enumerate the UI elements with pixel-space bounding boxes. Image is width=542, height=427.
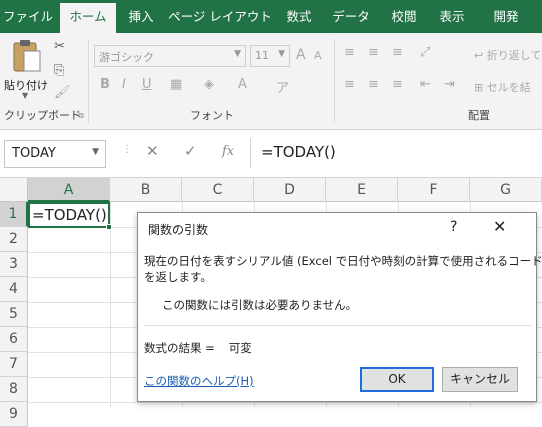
font-size-value: 11 — [255, 49, 269, 62]
borders-icon[interactable]: ▦ — [170, 77, 182, 92]
active-cell-a1[interactable]: =TODAY() — [28, 202, 112, 230]
tab-home[interactable]: ホーム — [60, 3, 116, 33]
grow-font-button[interactable]: A — [296, 47, 306, 63]
chevron-down-icon: ▼ — [92, 147, 99, 157]
paste-button[interactable]: 貼り付け ▼ — [4, 39, 48, 101]
ok-button[interactable]: OK — [360, 367, 434, 392]
fill-handle[interactable] — [106, 224, 112, 230]
more-icon: ⋮ — [122, 144, 132, 155]
tab-review[interactable]: 校閲 — [382, 0, 426, 33]
formula-bar: TODAY ▼ ⋮ ✕ ✓ fx =TODAY() — [0, 130, 542, 178]
row-header-9[interactable]: 9 — [0, 402, 28, 427]
row-header-2[interactable]: 2 — [0, 227, 28, 252]
dialog-divider — [144, 325, 532, 326]
insert-function-button[interactable]: fx — [222, 144, 234, 159]
tab-page-layout[interactable]: ページ レイアウト — [166, 0, 274, 33]
column-header-e[interactable]: E — [326, 178, 398, 202]
column-header-f[interactable]: F — [398, 178, 470, 202]
ribbon: 貼り付け ▼ ✂ ⎘ 🖌 クリップボード ⧉ 游ゴシック ▼ 11 ▼ A A … — [0, 33, 542, 130]
dialog-launcher-icon[interactable]: ⧉ — [78, 111, 84, 121]
chevron-down-icon: ▼ — [22, 91, 29, 100]
wrap-text-icon: ↩ — [474, 49, 484, 62]
tab-data[interactable]: データ — [324, 0, 378, 33]
tab-insert[interactable]: 挿入 — [118, 0, 164, 33]
row-header-8[interactable]: 8 — [0, 377, 28, 402]
wrap-text-button[interactable]: ↩ 折り返して — [474, 47, 541, 63]
function-help-link[interactable]: この関数のヘルプ(H) — [144, 373, 254, 389]
underline-button[interactable]: U — [142, 77, 152, 92]
row-header-7[interactable]: 7 — [0, 352, 28, 377]
tab-developer[interactable]: 開発 — [478, 0, 534, 33]
cancel-button[interactable]: キャンセル — [442, 367, 518, 392]
chevron-down-icon: ▼ — [234, 49, 241, 59]
tab-formulas[interactable]: 数式 — [278, 0, 320, 33]
outdent-icon[interactable]: ⇥ — [444, 77, 455, 92]
align-bottom-icon[interactable]: ≡ — [392, 45, 403, 60]
function-description-line2: を返します。 — [144, 270, 212, 284]
ribbon-divider — [334, 39, 335, 123]
close-icon[interactable]: ✕ — [493, 217, 506, 236]
name-box-value: TODAY — [12, 146, 56, 161]
phonetic-guide-icon[interactable]: ア — [276, 77, 289, 96]
row-header-6[interactable]: 6 — [0, 327, 28, 352]
bold-button[interactable]: B — [100, 77, 110, 92]
align-left-icon[interactable]: ≡ — [344, 77, 355, 92]
function-description-line1: 現在の日付を表すシリアル値 (Excel で日付や時刻の計算で使用されるコード) — [144, 254, 542, 268]
tab-file[interactable]: ファイル — [0, 0, 56, 33]
ribbon-tab-bar: ファイル ホーム 挿入 ページ レイアウト 数式 データ 校閲 表示 開発 — [0, 0, 542, 33]
column-header-d[interactable]: D — [254, 178, 326, 202]
italic-button[interactable]: I — [122, 77, 126, 92]
format-painter-icon[interactable]: 🖌 — [54, 85, 71, 100]
column-header-g[interactable]: G — [470, 178, 542, 202]
clipboard-icon — [13, 40, 41, 72]
column-header-a[interactable]: A — [28, 178, 110, 202]
clipboard-group-label: クリップボード — [4, 109, 81, 122]
scissors-icon[interactable]: ✂ — [54, 39, 65, 54]
help-icon[interactable]: ? — [450, 219, 457, 235]
select-all-corner[interactable] — [0, 178, 28, 202]
column-header-c[interactable]: C — [182, 178, 254, 202]
formula-result-value: 可変 — [228, 341, 252, 355]
enter-button[interactable]: ✓ — [184, 142, 197, 160]
function-arguments-dialog: 関数の引数 ? ✕ 現在の日付を表すシリアル値 (Excel で日付や時刻の計算… — [137, 212, 542, 402]
font-size-combo[interactable]: 11 ▼ — [250, 45, 290, 67]
column-header-b[interactable]: B — [110, 178, 182, 202]
wrap-text-label: 折り返して — [486, 49, 542, 62]
merge-icon: ⊞ — [474, 81, 484, 94]
chevron-down-icon: ▼ — [278, 49, 285, 59]
indent-icon[interactable]: ⇤ — [420, 77, 431, 92]
tab-view[interactable]: 表示 — [430, 0, 474, 33]
row-header-5[interactable]: 5 — [0, 302, 28, 327]
orientation-icon[interactable]: ⤢ — [420, 45, 430, 60]
cell-a1-value: =TODAY() — [32, 206, 107, 224]
merge-center-button[interactable]: ⊞ セルを結 — [474, 79, 531, 95]
row-header-1[interactable]: 1 — [0, 202, 28, 227]
row-header-4[interactable]: 4 — [0, 277, 28, 302]
name-box[interactable]: TODAY ▼ — [4, 140, 106, 168]
ribbon-divider — [88, 39, 89, 123]
align-right-icon[interactable]: ≡ — [392, 77, 403, 92]
formula-input[interactable]: =TODAY() — [250, 138, 542, 168]
dialog-title: 関数の引数 — [148, 223, 209, 237]
cancel-entry-button[interactable]: ✕ — [146, 142, 159, 160]
row-header-3[interactable]: 3 — [0, 252, 28, 277]
copy-icon[interactable]: ⎘ — [54, 63, 64, 78]
align-center-icon[interactable]: ≡ — [368, 77, 379, 92]
font-name-combo[interactable]: 游ゴシック ▼ — [94, 45, 246, 67]
align-top-icon[interactable]: ≡ — [344, 45, 355, 60]
font-group-label: フォント — [190, 109, 234, 122]
fill-color-icon[interactable]: ◈ — [204, 77, 214, 92]
merge-label: セルを結 — [486, 81, 531, 94]
gridline — [110, 202, 111, 407]
align-middle-icon[interactable]: ≡ — [368, 45, 379, 60]
alignment-group-label: 配置 — [468, 109, 490, 122]
formula-result: 数式の結果 = 可変 — [144, 340, 252, 356]
formula-result-label: 数式の結果 = — [144, 341, 215, 355]
font-name-value: 游ゴシック — [99, 51, 154, 64]
shrink-font-button[interactable]: A — [314, 49, 322, 62]
gridline — [28, 402, 542, 403]
no-arguments-message: この関数には引数は必要ありません。 — [162, 298, 358, 312]
font-color-icon[interactable]: A — [238, 77, 247, 92]
